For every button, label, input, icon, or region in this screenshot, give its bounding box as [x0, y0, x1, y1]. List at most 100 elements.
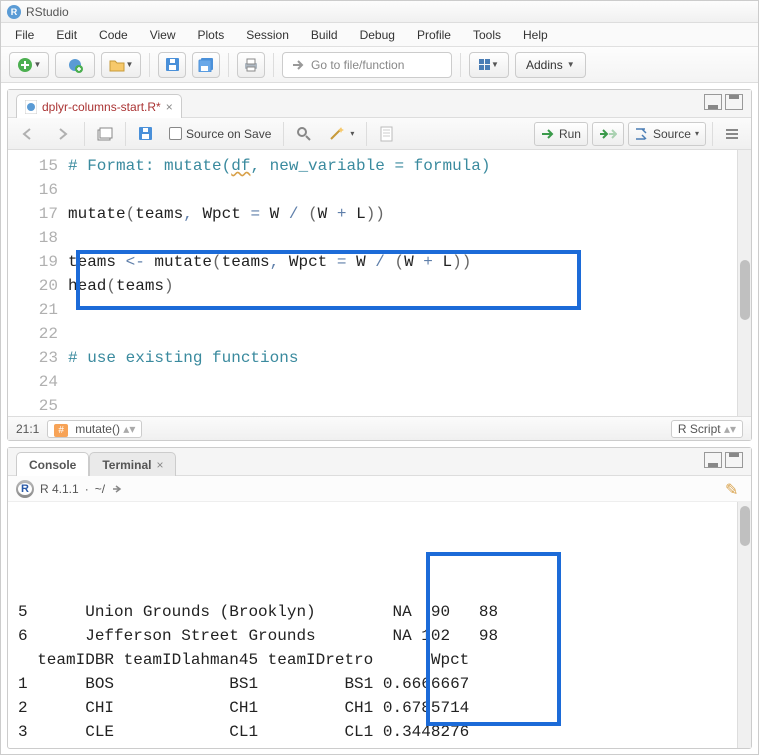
find-replace-button[interactable] — [290, 122, 318, 146]
notebook-icon — [379, 126, 393, 142]
menu-view[interactable]: View — [140, 25, 186, 45]
minimize-pane-button[interactable] — [704, 94, 722, 110]
save-icon — [165, 57, 180, 72]
outline-button[interactable] — [719, 122, 745, 146]
editor-scrollbar[interactable] — [737, 150, 751, 416]
tab-terminal[interactable]: Terminal× — [89, 452, 176, 476]
stepper-icon: ▴▾ — [123, 422, 135, 436]
rerun-button[interactable] — [592, 122, 624, 146]
chevron-down-icon: ▼ — [491, 60, 499, 69]
open-file-button[interactable]: ▼ — [101, 52, 141, 78]
goto-arrow-icon — [291, 58, 305, 72]
wd-popout-icon[interactable] — [111, 483, 123, 495]
working-directory[interactable]: ~/ — [95, 482, 105, 496]
language-mode[interactable]: R Script ▴▾ — [671, 420, 743, 438]
menu-tools[interactable]: Tools — [463, 25, 511, 45]
menu-edit[interactable]: Edit — [46, 25, 87, 45]
close-tab-icon[interactable]: × — [166, 100, 173, 114]
editor-statusbar: 21:1 # mutate() ▴▾ R Script ▴▾ — [8, 416, 751, 440]
new-file-button[interactable]: ▼ — [9, 52, 49, 78]
source-on-save-toggle[interactable]: Source on Save — [163, 122, 277, 146]
main-toolbar: ▼ ▼ Go to file/function ▼ Addins ▼ — [1, 47, 758, 83]
scope-name: mutate() — [75, 422, 120, 436]
source-icon — [635, 128, 649, 140]
panes-grid-icon — [479, 59, 490, 70]
menu-build[interactable]: Build — [301, 25, 348, 45]
console-header: R 4.1.1 · ~/ ✎ — [8, 476, 751, 502]
file-tab-label: dplyr-columns-start.R* — [42, 100, 161, 114]
menu-session[interactable]: Session — [236, 25, 299, 45]
save-file-button[interactable] — [132, 122, 159, 146]
r-logo-icon — [16, 480, 34, 498]
editor-tabrow: dplyr-columns-start.R* × — [8, 90, 751, 118]
maximize-pane-button[interactable] — [725, 94, 743, 110]
console-output[interactable]: 5 Union Grounds (Brooklyn) NA 90 886 Jef… — [8, 502, 751, 748]
print-icon — [243, 58, 259, 72]
back-button[interactable] — [14, 122, 44, 146]
wand-icon — [328, 126, 346, 142]
rerun-icon — [599, 128, 617, 140]
separator — [273, 53, 274, 77]
separator — [228, 53, 229, 77]
menu-code[interactable]: Code — [89, 25, 138, 45]
file-tab[interactable]: dplyr-columns-start.R* × — [16, 94, 182, 118]
compile-report-button[interactable] — [373, 122, 399, 146]
menubar: File Edit Code View Plots Session Build … — [1, 23, 758, 47]
separator — [366, 122, 367, 146]
addins-button[interactable]: Addins ▼ — [515, 52, 586, 78]
code-tools-button[interactable]: ▾ — [322, 122, 360, 146]
menu-debug[interactable]: Debug — [350, 25, 405, 45]
code-editor[interactable]: 1516171819202122232425 # Format: mutate(… — [8, 150, 751, 416]
goto-placeholder: Go to file/function — [311, 58, 404, 72]
console-dot: · — [85, 482, 89, 496]
menu-plots[interactable]: Plots — [188, 25, 235, 45]
menu-help[interactable]: Help — [513, 25, 558, 45]
run-button[interactable]: Run — [534, 122, 588, 146]
window-title: RStudio — [26, 5, 69, 19]
rstudio-app-icon: R — [7, 5, 21, 19]
source-pane: dplyr-columns-start.R* × Source on Save … — [7, 89, 752, 441]
chevron-down-icon: ▼ — [126, 60, 134, 69]
chevron-down-icon: ▾ — [350, 129, 354, 138]
menu-profile[interactable]: Profile — [407, 25, 461, 45]
forward-button[interactable] — [48, 122, 78, 146]
tab-console[interactable]: Console — [16, 452, 89, 476]
separator — [149, 53, 150, 77]
show-in-new-window-button[interactable] — [91, 122, 119, 146]
print-button[interactable] — [237, 52, 265, 78]
back-arrow-icon — [20, 127, 38, 141]
r-version: R 4.1.1 — [40, 482, 79, 496]
new-file-icon — [17, 57, 33, 73]
source-label: Source — [653, 127, 691, 141]
save-button[interactable] — [158, 52, 186, 78]
scope-nav[interactable]: # mutate() ▴▾ — [47, 420, 142, 438]
forward-arrow-icon — [54, 127, 72, 141]
console-scrollbar[interactable] — [737, 502, 751, 748]
separator — [84, 122, 85, 146]
outline-icon — [725, 128, 739, 140]
chevron-down-icon: ▼ — [567, 60, 575, 69]
maximize-pane-button[interactable] — [725, 452, 743, 468]
separator — [125, 122, 126, 146]
save-all-icon — [198, 57, 215, 72]
clear-console-icon[interactable]: ✎ — [725, 480, 743, 498]
separator — [283, 122, 284, 146]
chevron-down-icon: ▾ — [695, 129, 699, 138]
editor-toolbar: Source on Save ▾ Run Source ▾ — [8, 118, 751, 150]
close-tab-icon[interactable]: × — [156, 458, 163, 472]
chevron-down-icon: ▼ — [34, 60, 42, 69]
r-file-icon — [25, 100, 37, 114]
new-project-button[interactable] — [55, 52, 95, 78]
code-lines: # Format: mutate(df, new_variable = form… — [68, 150, 737, 416]
menu-file[interactable]: File — [5, 25, 44, 45]
goto-file-function[interactable]: Go to file/function — [282, 52, 452, 78]
source-button[interactable]: Source ▾ — [628, 122, 706, 146]
open-folder-icon — [109, 58, 125, 72]
save-all-button[interactable] — [192, 52, 220, 78]
minimize-pane-button[interactable] — [704, 452, 722, 468]
run-icon — [541, 128, 555, 140]
checkbox-icon — [169, 127, 182, 140]
workspace-panes-button[interactable]: ▼ — [469, 52, 509, 78]
pane-window-controls — [704, 452, 743, 468]
popout-icon — [97, 127, 113, 141]
